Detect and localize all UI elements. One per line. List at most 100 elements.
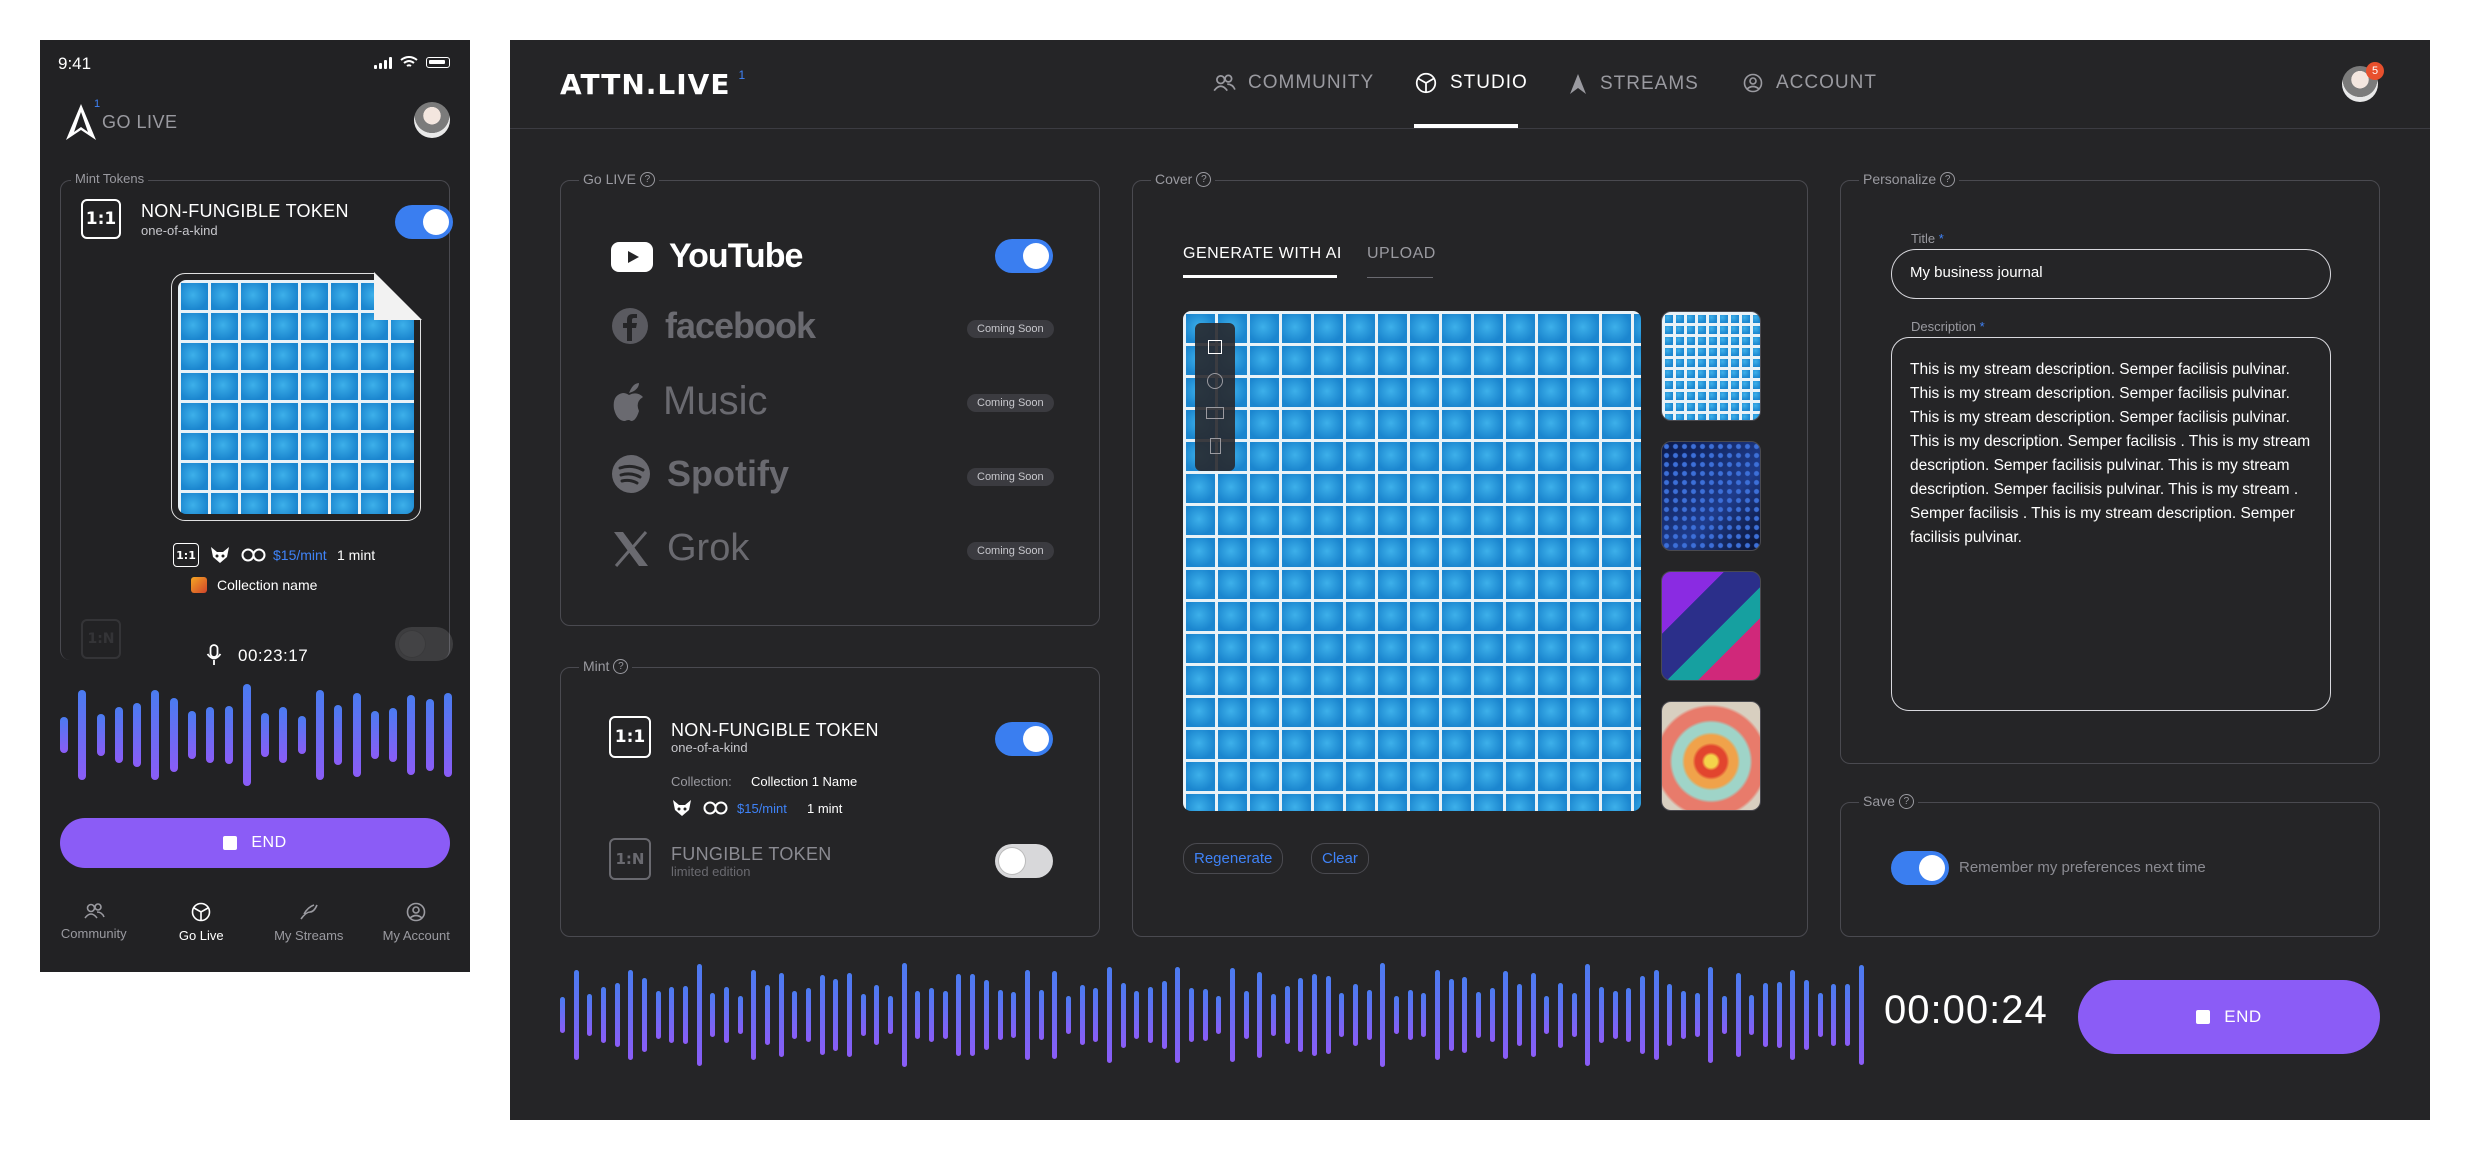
waveform-bar [1257,972,1263,1058]
description-label: Description * [1911,319,1985,334]
cover-thumbnail[interactable] [1661,311,1761,421]
waveform-bar [1749,995,1755,1035]
rect-tool-icon[interactable] [1206,407,1224,420]
square-tool-icon[interactable] [1208,340,1222,355]
tab-my-account[interactable]: My Account [363,902,471,943]
tab-community[interactable]: Community [40,902,148,943]
collection-label: Collection: [671,774,732,789]
account-icon [1743,73,1763,93]
chain-icon [703,801,728,815]
waveform-bar [683,985,689,1045]
waveform-bar [1147,987,1153,1043]
cover-thumbnail[interactable] [1661,571,1761,681]
nft-toggle[interactable] [395,205,453,239]
tab-my-streams[interactable]: My Streams [255,902,363,943]
waveform-bar [425,698,434,772]
waveform-bar [1626,987,1632,1043]
waveform-bar [1011,991,1017,1039]
go-live-title: GO LIVE [102,112,178,132]
waveform-bar [1038,990,1044,1040]
cover-image[interactable] [1183,311,1641,811]
nav-community[interactable]: COMMUNITY [1212,72,1374,94]
cover-panel: Cover? GENERATE WITH AI UPLOAD Regenerat… [1132,171,1808,937]
waveform-bar [1831,983,1837,1047]
coming-soon-badge: Coming Soon [967,542,1054,560]
waveform-bar [1763,982,1769,1048]
nft-toggle[interactable] [995,722,1053,756]
cover-thumbnail[interactable] [1661,441,1761,551]
waveform-bar [1845,984,1851,1046]
nft-title: NON-FUNGIBLE TOKEN [671,720,879,740]
waveform-bar [1216,995,1222,1035]
avatar[interactable] [414,102,450,138]
waveform-bar [1640,975,1646,1055]
nav-label: ACCOUNT [1776,72,1877,93]
tab-label: My Account [382,928,450,943]
help-icon[interactable]: ? [1898,793,1914,809]
service-name: Spotify [667,453,789,494]
help-icon[interactable]: ? [1940,171,1956,187]
waveform-bar [1421,992,1427,1038]
mint-count: 1 mint [807,801,843,816]
collection-value[interactable]: Collection 1 Name [751,774,857,789]
help-icon[interactable]: ? [613,658,629,674]
waveform-bar [970,974,976,1056]
price: $15/mint [737,801,787,816]
cover-actions: Regenerate Clear [1183,843,1483,875]
clear-button[interactable]: Clear [1311,843,1369,874]
brand-logo[interactable]: ATTN.LIVE 1 [560,68,745,101]
one-to-one-badge-icon: 1:1 [173,543,199,567]
nav-studio[interactable]: STUDIO [1414,72,1528,94]
waveform-bar [696,964,702,1066]
tab-generate-with-ai[interactable]: GENERATE WITH AI [1183,245,1342,263]
waveform-bar [929,988,935,1042]
waveform-bar [997,989,1003,1041]
status-icons [374,56,450,69]
audio-waveform [60,680,452,790]
end-button[interactable]: END [60,818,450,868]
nav-account[interactable]: ACCOUNT [1742,72,1877,94]
tab-underline [1367,277,1433,278]
remember-toggle[interactable] [1891,851,1949,885]
waveform-bar [1065,996,1071,1034]
status-time: 9:41 [58,54,92,73]
waveform-bar [114,706,123,764]
help-icon[interactable]: ? [639,171,655,187]
waveform-bar [187,710,196,760]
page-curl-icon [374,272,422,320]
title-input[interactable]: My business journal [1891,249,2331,299]
one-to-one-badge-icon: 1:1 [81,199,121,239]
nav-streams[interactable]: STREAMS [1568,72,1699,96]
waveform-bar [206,707,215,763]
personalize-panel: Personalize? Title * My business journal… [1840,171,2380,764]
waveform-bar [915,991,921,1039]
tab-label: My Streams [274,928,344,943]
ft-toggle[interactable] [995,844,1053,878]
waveform-bar [1585,964,1591,1066]
waveform-bar [806,988,812,1042]
waveform-bar [1653,970,1659,1060]
tab-go-live[interactable]: Go Live [148,902,256,943]
cover-thumbnail[interactable] [1661,701,1761,811]
circle-tool-icon[interactable] [1207,372,1223,389]
description-textarea[interactable]: This is my stream description. Semper fa… [1891,337,2331,711]
end-label: END [251,834,287,851]
waveform-bar [573,969,579,1061]
end-button[interactable]: END [2078,980,2380,1054]
help-icon[interactable]: ? [1196,171,1212,187]
tab-upload[interactable]: UPLOAD [1367,245,1436,263]
apple-icon [613,382,643,421]
waveform-bar [1612,991,1618,1039]
globe-icon [191,902,211,922]
waveform-bar [765,984,771,1046]
youtube-toggle[interactable] [995,239,1053,273]
portrait-tool-icon[interactable] [1209,437,1221,454]
service-apple-music: Music [611,379,767,424]
waveform-bar [1722,996,1728,1034]
ft-toggle[interactable] [395,627,453,661]
waveform-bar [1134,990,1140,1040]
regenerate-button[interactable]: Regenerate [1183,843,1284,874]
metamask-icon [211,547,229,563]
mobile-screen: 9:41 1 GO LIVE Mint Tokens 1:1 NON-FUNGI… [40,40,470,972]
active-tab-indicator [1183,275,1337,278]
